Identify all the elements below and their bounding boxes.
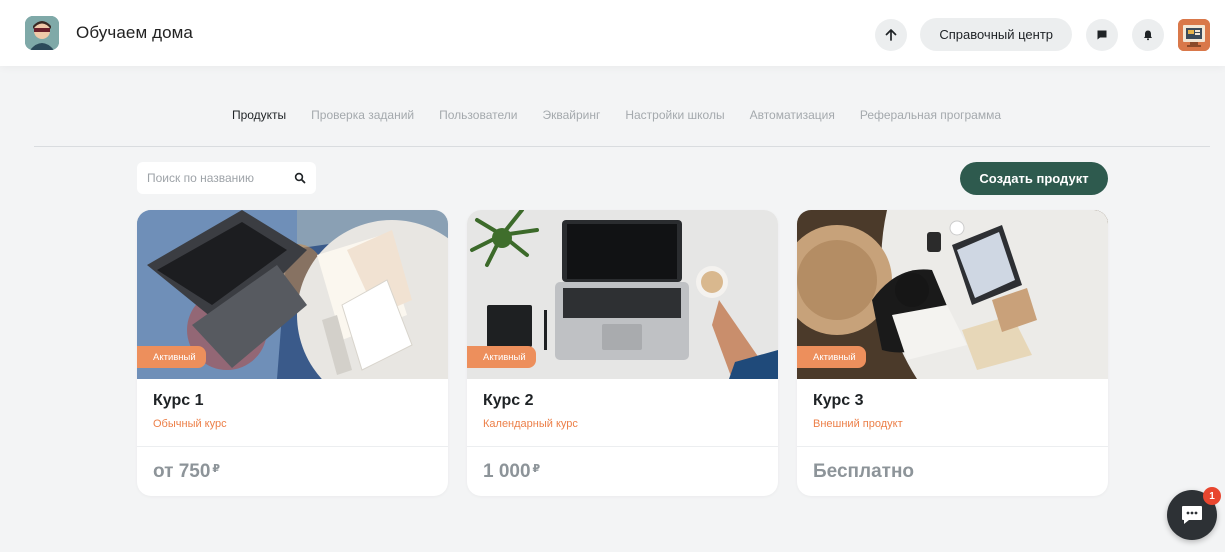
bell-icon xyxy=(1144,30,1152,40)
header-actions: Справочный центр xyxy=(875,18,1210,51)
product-card[interactable]: Активный Курс 3 Внешний продукт Бесплатн… xyxy=(797,210,1108,496)
upload-button[interactable] xyxy=(875,18,908,51)
main-panel: Продукты Проверка заданий Пользователи Э… xyxy=(8,66,1225,552)
card-divider xyxy=(467,446,778,447)
tab-assignments-review[interactable]: Проверка заданий xyxy=(311,108,414,122)
help-center-button[interactable]: Справочный центр xyxy=(920,18,1072,51)
product-type: Календарный курс xyxy=(483,418,578,430)
tab-automation[interactable]: Автоматизация xyxy=(750,108,835,122)
card-divider xyxy=(797,446,1108,447)
top-header: Обучаем дома Справочный центр xyxy=(0,0,1225,66)
status-badge: Активный xyxy=(137,346,206,368)
messages-button[interactable] xyxy=(1086,18,1118,51)
tab-referral-program[interactable]: Реферальная программа xyxy=(860,108,1001,122)
unread-count-badge: 1 xyxy=(1203,487,1221,505)
product-card[interactable]: Активный Курс 1 Обычный курс от 750 ₽ xyxy=(137,210,448,496)
product-type: Внешний продукт xyxy=(813,418,903,430)
product-cover-image: Активный xyxy=(797,210,1108,379)
school-name[interactable]: Обучаем дома xyxy=(76,23,193,43)
product-price: 1 000 ₽ xyxy=(483,461,540,483)
product-card[interactable]: Активный Курс 2 Календарный курс 1 000 ₽ xyxy=(467,210,778,496)
product-title[interactable]: Курс 3 xyxy=(813,392,863,410)
product-price: от 750 ₽ xyxy=(153,461,220,483)
price-value: Бесплатно xyxy=(813,461,915,482)
price-value: от 750 xyxy=(153,461,211,482)
status-badge: Активный xyxy=(797,346,866,368)
product-price: Бесплатно xyxy=(813,461,916,483)
support-chat-button[interactable]: 1 xyxy=(1167,487,1221,540)
school-avatar[interactable] xyxy=(25,16,59,50)
product-title[interactable]: Курс 1 xyxy=(153,392,203,410)
chat-bubble-icon xyxy=(1182,506,1202,524)
tab-users[interactable]: Пользователи xyxy=(439,108,517,122)
tabs-divider xyxy=(34,146,1210,147)
tab-acquiring[interactable]: Эквайринг xyxy=(542,108,600,122)
card-divider xyxy=(137,446,448,447)
currency-symbol: ₽ xyxy=(212,463,221,475)
currency-symbol: ₽ xyxy=(532,463,541,475)
search-icon[interactable] xyxy=(294,172,306,184)
search-input[interactable] xyxy=(147,171,287,185)
arrow-up-icon xyxy=(885,28,897,41)
chat-square-icon xyxy=(1097,30,1107,39)
tab-school-settings[interactable]: Настройки школы xyxy=(625,108,724,122)
status-badge: Активный xyxy=(467,346,536,368)
create-product-button[interactable]: Создать продукт xyxy=(960,162,1108,195)
product-cover-image: Активный xyxy=(137,210,448,379)
section-tabs: Продукты Проверка заданий Пользователи Э… xyxy=(8,108,1225,122)
tab-products[interactable]: Продукты xyxy=(232,108,286,122)
price-value: 1 000 xyxy=(483,461,531,482)
product-cover-image: Активный xyxy=(467,210,778,379)
product-title[interactable]: Курс 2 xyxy=(483,392,533,410)
search-box xyxy=(137,162,316,194)
notifications-button[interactable] xyxy=(1132,18,1164,51)
user-avatar[interactable] xyxy=(1178,18,1210,51)
product-type: Обычный курс xyxy=(153,418,227,430)
